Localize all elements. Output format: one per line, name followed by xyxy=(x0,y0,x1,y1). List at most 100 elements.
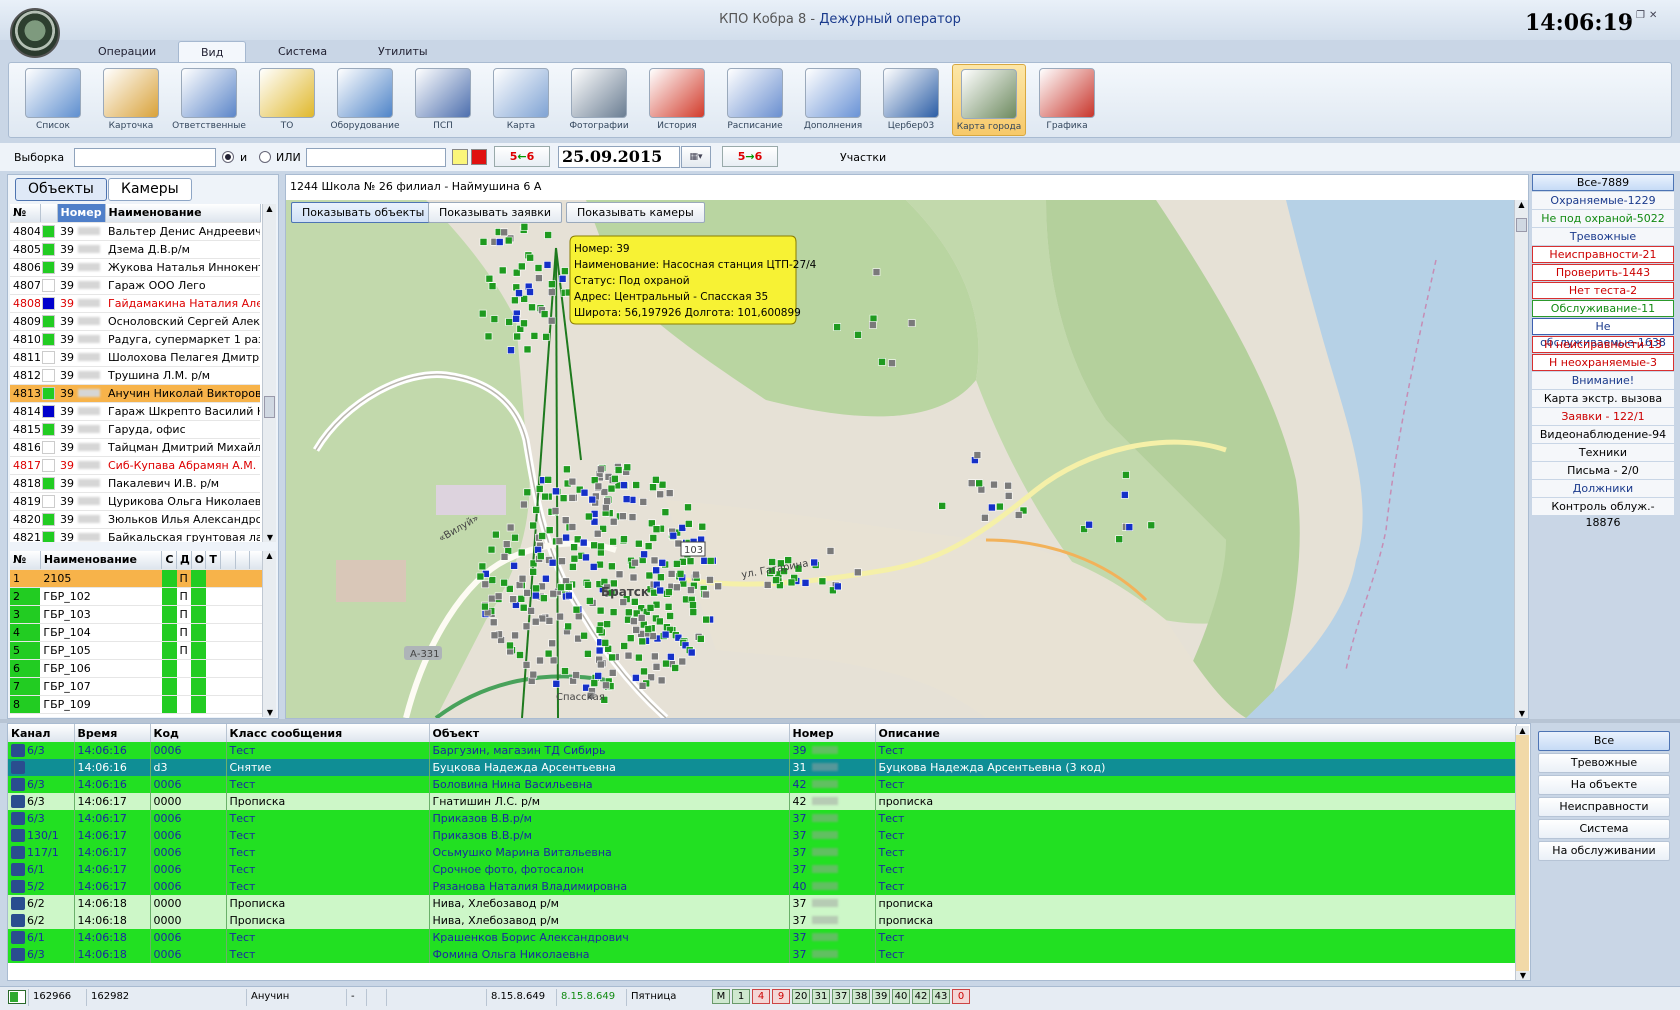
event-row[interactable]: 6/3 14:06:16 0006 Тест Боловина Нина Василье… xyxy=(8,776,1517,793)
range-back-button[interactable]: 5←6 xyxy=(494,146,550,167)
event-row[interactable]: 6/2 14:06:18 0000 Прописка Нива, Хлебозавод … xyxy=(8,912,1517,929)
event-row[interactable]: 6/3 14:06:18 0006 Тест Фомина Ольга Николаев… xyxy=(8,946,1517,963)
group-row[interactable]: 6 ГБР_106 xyxy=(10,659,265,678)
and-radio[interactable] xyxy=(222,151,234,163)
col-channel[interactable]: Канал xyxy=(8,724,75,742)
ribbon-button-history[interactable]: История xyxy=(640,64,714,136)
calendar-dropdown-icon[interactable]: ▦▾ xyxy=(681,146,711,168)
category-item[interactable]: Нет теста-2 xyxy=(1532,282,1674,299)
event-row[interactable]: 14:06:16 d3 Снятие Буцкова Надежда Арсентье… xyxy=(8,759,1517,776)
channel-badge[interactable]: 43 xyxy=(932,989,950,1004)
tab-utilities[interactable]: Утилиты xyxy=(356,41,450,63)
category-item[interactable]: Тревожные xyxy=(1532,228,1674,245)
ribbon-button-city-map[interactable]: Карта города xyxy=(952,64,1026,136)
ribbon-button-card[interactable]: Карточка xyxy=(94,64,168,136)
category-item[interactable]: Обслуживание-11 xyxy=(1532,300,1674,317)
scroll-up-icon[interactable]: ▲ xyxy=(1515,200,1528,209)
channel-badge[interactable]: 39 xyxy=(872,989,890,1004)
category-item[interactable]: Н неисправности-13 xyxy=(1532,336,1674,353)
col-group-num[interactable]: № xyxy=(10,551,41,570)
category-item[interactable]: Должники xyxy=(1532,480,1674,497)
object-row[interactable]: 4817 39 Сиб-Купава Абрамян А.М. р xyxy=(10,456,260,475)
event-row[interactable]: 6/2 14:06:18 0000 Прописка Нива, Хлебозавод … xyxy=(8,895,1517,912)
event-row[interactable]: 6/1 14:06:17 0006 Тест Срочное фото, фотосал… xyxy=(8,861,1517,878)
event-filter-button[interactable]: На обслуживании xyxy=(1538,841,1670,861)
col-code[interactable]: Код xyxy=(150,724,227,742)
channel-badge[interactable]: 0 xyxy=(952,989,970,1004)
event-row[interactable]: 6/1 14:06:18 0006 Тест Крашенков Борис Алекс… xyxy=(8,929,1517,946)
category-item[interactable]: Не под охраной-5022 xyxy=(1532,210,1674,227)
filter-input-a[interactable] xyxy=(74,148,216,167)
channel-badge[interactable]: 4 xyxy=(752,989,770,1004)
scroll-thumb[interactable] xyxy=(1516,218,1527,232)
category-item[interactable]: Не обслуживаемые-1638 xyxy=(1532,318,1674,349)
object-row[interactable]: 4810 39 Радуга, супермаркет 1 разд xyxy=(10,330,260,349)
scroll-down-icon[interactable]: ▼ xyxy=(263,708,277,717)
channel-badge[interactable]: M xyxy=(712,989,730,1004)
city-map[interactable]: «Вилуй» А-331 103 ул. Гагарина Братск Сп… xyxy=(286,200,1514,718)
category-item[interactable]: Видеонаблюдение-94 xyxy=(1532,426,1674,443)
col-s[interactable]: С xyxy=(161,551,177,570)
ribbon-button-graphics[interactable]: Графика xyxy=(1030,64,1104,136)
channel-badge[interactable]: 31 xyxy=(812,989,830,1004)
channel-badge[interactable]: 9 xyxy=(772,989,790,1004)
object-row[interactable]: 4811 39 Шолохова Пелагея Дмитрие xyxy=(10,348,260,367)
channel-badge[interactable]: 37 xyxy=(832,989,850,1004)
category-item[interactable]: Внимание! xyxy=(1532,372,1674,389)
object-row[interactable]: 4812 39 Трушина Л.М. р/м xyxy=(10,366,260,385)
col-object[interactable]: Объект xyxy=(429,724,790,742)
event-row[interactable]: 6/3 14:06:17 0000 Прописка Гнатишин Л.С. р/м… xyxy=(8,793,1517,810)
col-num[interactable]: № xyxy=(10,204,41,223)
show-requests-button[interactable]: Показывать заявки xyxy=(428,202,563,223)
ribbon-button-maintenance[interactable]: ТО xyxy=(250,64,324,136)
col-time[interactable]: Время xyxy=(74,724,151,742)
object-row[interactable]: 4819 39 Цурикова Ольга Николаевн xyxy=(10,492,260,511)
event-row[interactable]: 6/3 14:06:17 0006 Тест Приказов В.В.р/м 37 Тес… xyxy=(8,810,1517,827)
event-filter-button[interactable]: Тревожные xyxy=(1538,753,1670,773)
objects-scrollbar[interactable]: ▲ ▼ xyxy=(262,204,276,542)
object-row[interactable]: 4808 39 Гайдамакина Наталия Алек xyxy=(10,294,260,313)
restore-icon[interactable]: ❐ xyxy=(1636,10,1649,21)
object-row[interactable]: 4820 39 Зюльков Илья Александров xyxy=(10,510,260,529)
ribbon-button-cerber[interactable]: Цербер03 xyxy=(874,64,948,136)
category-item[interactable]: Все-7889 xyxy=(1532,174,1674,191)
col-class[interactable]: Класс сообщения xyxy=(226,724,430,742)
object-row[interactable]: 4818 39 Пакалевич И.В. р/м xyxy=(10,474,260,493)
event-filter-button[interactable]: Неисправности xyxy=(1538,797,1670,817)
category-item[interactable]: Неисправности-21 xyxy=(1532,246,1674,263)
group-row[interactable]: 2 ГБР_102 П xyxy=(10,587,265,606)
window-controls[interactable]: _❐✕ xyxy=(1627,10,1661,21)
ribbon-button-camera[interactable]: Фотографии xyxy=(562,64,636,136)
scroll-down-icon[interactable]: ▼ xyxy=(1515,709,1529,718)
group-row[interactable]: 3 ГБР_103 П xyxy=(10,605,265,624)
event-filter-button[interactable]: На объекте xyxy=(1538,775,1670,795)
object-row[interactable]: 4805 39 Дзема Д.В.р/м xyxy=(10,240,260,259)
event-filter-button[interactable]: Все xyxy=(1538,731,1670,751)
ribbon-button-users[interactable]: Ответственные xyxy=(172,64,246,136)
red-filter-button[interactable] xyxy=(471,149,487,165)
col-number[interactable]: Номер xyxy=(57,204,106,223)
category-item[interactable]: Письма - 2/0 xyxy=(1532,462,1674,479)
category-item[interactable]: Карта экстр. вызова xyxy=(1532,390,1674,407)
event-row[interactable]: 5/2 14:06:17 0006 Тест Рязанова Наталия Влад… xyxy=(8,878,1517,895)
ribbon-button-equipment[interactable]: Оборудование xyxy=(328,64,402,136)
close-icon[interactable]: ✕ xyxy=(1649,10,1661,21)
scroll-down-icon[interactable]: ▼ xyxy=(263,533,277,542)
category-item[interactable]: Заявки - 122/1 xyxy=(1532,408,1674,425)
tab-objects[interactable]: Объекты xyxy=(15,178,107,201)
map-scrollbar[interactable]: ▲ ▼ xyxy=(1514,200,1528,718)
object-row[interactable]: 4813 39 Анучин Николай Викторови xyxy=(10,384,260,403)
scroll-down-icon[interactable]: ▼ xyxy=(1516,971,1530,980)
scroll-up-icon[interactable]: ▲ xyxy=(263,204,276,213)
channel-badge[interactable]: 1 xyxy=(732,989,750,1004)
scroll-up-icon[interactable]: ▲ xyxy=(263,551,276,560)
object-row[interactable]: 4804 39 Вальтер Денис Андреевич xyxy=(10,222,260,241)
event-row[interactable]: 117/1 14:06:17 0006 Тест Осьмушко Марина Вит… xyxy=(8,844,1517,861)
event-row[interactable]: 6/3 14:06:16 0006 Тест Баргузин, магазин ТД … xyxy=(8,742,1517,759)
channel-badge[interactable]: 42 xyxy=(912,989,930,1004)
category-item[interactable]: Техники xyxy=(1532,444,1674,461)
category-item[interactable]: Проверить-1443 xyxy=(1532,264,1674,281)
ribbon-button-map[interactable]: Карта xyxy=(484,64,558,136)
object-row[interactable]: 4815 39 Гаруда, офис xyxy=(10,420,260,439)
group-row[interactable]: 1 2105 П xyxy=(10,569,265,588)
